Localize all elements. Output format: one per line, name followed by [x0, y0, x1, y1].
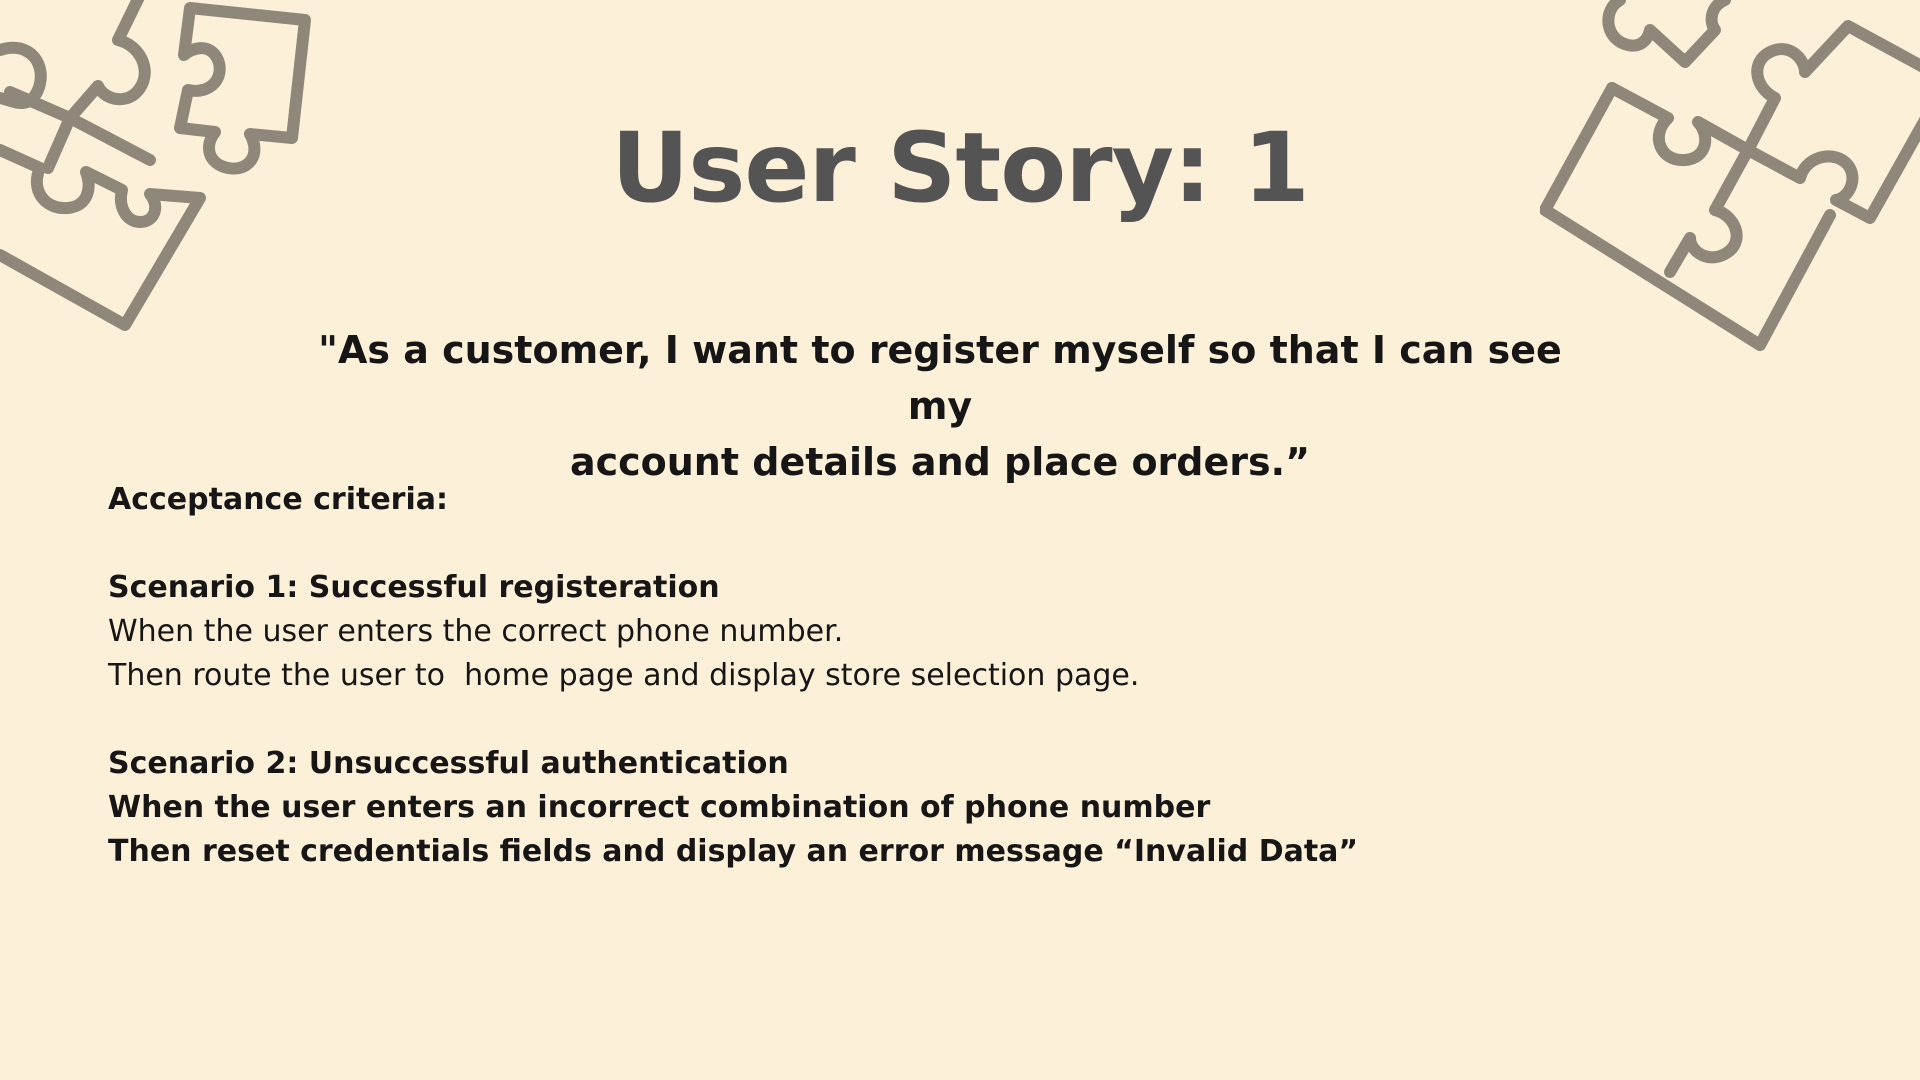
user-story-quote: "As a customer, I want to register mysel… [300, 322, 1580, 490]
acceptance-criteria: Acceptance criteria: Scenario 1: Success… [108, 478, 1708, 874]
scenario-2-heading: Scenario 2: Unsuccessful authentication [108, 746, 789, 781]
quote-line-1: "As a customer, I want to register mysel… [318, 328, 1562, 428]
scenario-1-heading: Scenario 1: Successful registeration [108, 570, 720, 605]
slide: User Story: 1 "As a customer, I want to … [0, 0, 1920, 1080]
scenario-2-then: Then reset credentials fields and displa… [108, 834, 1359, 869]
page-title: User Story: 1 [611, 112, 1309, 224]
scenario-1-then: Then route the user to home page and dis… [108, 658, 1140, 693]
acceptance-criteria-heading: Acceptance criteria: [108, 482, 448, 517]
scenario-2-when: When the user enters an incorrect combin… [108, 790, 1211, 825]
scenario-1-when: When the user enters the correct phone n… [108, 614, 844, 649]
